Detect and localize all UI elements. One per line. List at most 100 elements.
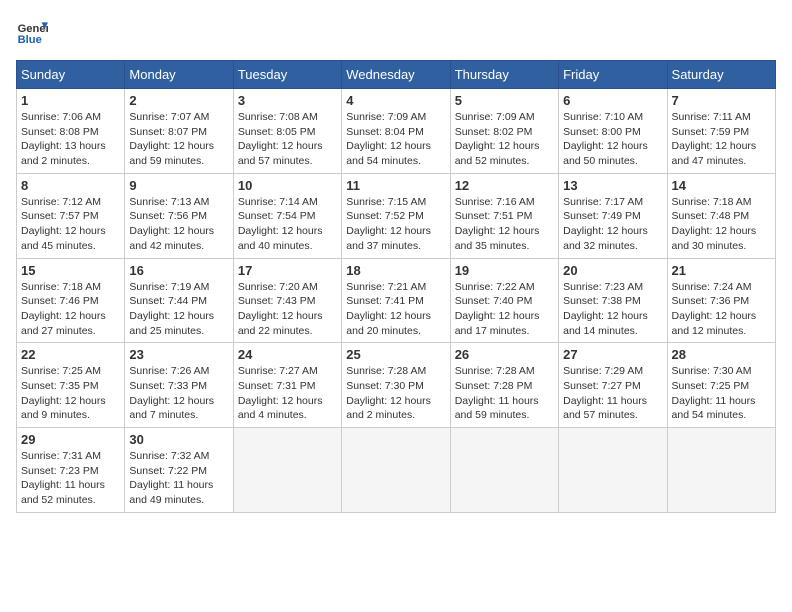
- day-info: Sunrise: 7:07 AMSunset: 8:07 PMDaylight:…: [129, 110, 228, 169]
- day-number: 14: [672, 178, 771, 193]
- day-info: Sunrise: 7:19 AMSunset: 7:44 PMDaylight:…: [129, 280, 228, 339]
- day-number: 4: [346, 93, 445, 108]
- day-info: Sunrise: 7:30 AMSunset: 7:25 PMDaylight:…: [672, 364, 771, 423]
- column-header-monday: Monday: [125, 61, 233, 89]
- day-number: 28: [672, 347, 771, 362]
- column-header-friday: Friday: [559, 61, 667, 89]
- day-info: Sunrise: 7:25 AMSunset: 7:35 PMDaylight:…: [21, 364, 120, 423]
- day-number: 16: [129, 263, 228, 278]
- column-header-sunday: Sunday: [17, 61, 125, 89]
- calendar-cell: [450, 428, 558, 513]
- day-number: 27: [563, 347, 662, 362]
- day-number: 29: [21, 432, 120, 447]
- day-info: Sunrise: 7:08 AMSunset: 8:05 PMDaylight:…: [238, 110, 337, 169]
- calendar-cell: 18 Sunrise: 7:21 AMSunset: 7:41 PMDayligh…: [342, 258, 450, 343]
- day-number: 26: [455, 347, 554, 362]
- calendar-cell: 15Sunrise: 7:18 AMSunset: 7:46 PMDayligh…: [17, 258, 125, 343]
- calendar-cell: 28 Sunrise: 7:30 AMSunset: 7:25 PMDayligh…: [667, 343, 775, 428]
- day-number: 17: [238, 263, 337, 278]
- day-info: Sunrise: 7:10 AMSunset: 8:00 PMDaylight:…: [563, 110, 662, 169]
- day-number: 6: [563, 93, 662, 108]
- day-info: Sunrise: 7:28 AMSunset: 7:28 PMDaylight:…: [455, 364, 554, 423]
- day-info: Sunrise: 7:16 AMSunset: 7:51 PMDaylight:…: [455, 195, 554, 254]
- day-info: Sunrise: 7:31 AMSunset: 7:23 PMDaylight:…: [21, 449, 120, 508]
- day-number: 19: [455, 263, 554, 278]
- column-header-tuesday: Tuesday: [233, 61, 341, 89]
- day-info: Sunrise: 7:21 AMSunset: 7:41 PMDaylight:…: [346, 280, 445, 339]
- day-number: 20: [563, 263, 662, 278]
- calendar-cell: 23 Sunrise: 7:26 AMSunset: 7:33 PMDayligh…: [125, 343, 233, 428]
- day-info: Sunrise: 7:29 AMSunset: 7:27 PMDaylight:…: [563, 364, 662, 423]
- week-row-1: 1 Sunrise: 7:06 AMSunset: 8:08 PMDaylight…: [17, 89, 776, 174]
- day-info: Sunrise: 7:09 AMSunset: 8:04 PMDaylight:…: [346, 110, 445, 169]
- day-info: Sunrise: 7:28 AMSunset: 7:30 PMDaylight:…: [346, 364, 445, 423]
- day-number: 13: [563, 178, 662, 193]
- day-number: 18: [346, 263, 445, 278]
- logo-icon: General Blue: [16, 16, 48, 48]
- calendar-cell: 7Sunrise: 7:11 AMSunset: 7:59 PMDaylight…: [667, 89, 775, 174]
- calendar-cell: 8 Sunrise: 7:12 AMSunset: 7:57 PMDaylight…: [17, 173, 125, 258]
- day-info: Sunrise: 7:15 AMSunset: 7:52 PMDaylight:…: [346, 195, 445, 254]
- calendar-cell: 12Sunrise: 7:16 AMSunset: 7:51 PMDayligh…: [450, 173, 558, 258]
- day-info: Sunrise: 7:06 AMSunset: 8:08 PMDaylight:…: [21, 110, 120, 169]
- calendar-table: SundayMondayTuesdayWednesdayThursdayFrid…: [16, 60, 776, 513]
- calendar-cell: 19 Sunrise: 7:22 AMSunset: 7:40 PMDayligh…: [450, 258, 558, 343]
- calendar-cell: 5Sunrise: 7:09 AMSunset: 8:02 PMDaylight…: [450, 89, 558, 174]
- day-info: Sunrise: 7:13 AMSunset: 7:56 PMDaylight:…: [129, 195, 228, 254]
- day-info: Sunrise: 7:27 AMSunset: 7:31 PMDaylight:…: [238, 364, 337, 423]
- svg-text:Blue: Blue: [18, 34, 42, 46]
- day-number: 22: [21, 347, 120, 362]
- day-info: Sunrise: 7:32 AMSunset: 7:22 PMDaylight:…: [129, 449, 228, 508]
- week-row-3: 15Sunrise: 7:18 AMSunset: 7:46 PMDayligh…: [17, 258, 776, 343]
- day-number: 5: [455, 93, 554, 108]
- day-info: Sunrise: 7:17 AMSunset: 7:49 PMDaylight:…: [563, 195, 662, 254]
- day-number: 24: [238, 347, 337, 362]
- calendar-cell: 14Sunrise: 7:18 AMSunset: 7:48 PMDayligh…: [667, 173, 775, 258]
- day-number: 9: [129, 178, 228, 193]
- calendar-cell: 6 Sunrise: 7:10 AMSunset: 8:00 PMDaylight…: [559, 89, 667, 174]
- calendar-cell: 9 Sunrise: 7:13 AMSunset: 7:56 PMDaylight…: [125, 173, 233, 258]
- day-number: 25: [346, 347, 445, 362]
- day-number: 30: [129, 432, 228, 447]
- calendar-cell: 20 Sunrise: 7:23 AMSunset: 7:38 PMDayligh…: [559, 258, 667, 343]
- calendar-cell: 22 Sunrise: 7:25 AMSunset: 7:35 PMDayligh…: [17, 343, 125, 428]
- day-number: 2: [129, 93, 228, 108]
- calendar-cell: 11 Sunrise: 7:15 AMSunset: 7:52 PMDayligh…: [342, 173, 450, 258]
- day-info: Sunrise: 7:12 AMSunset: 7:57 PMDaylight:…: [21, 195, 120, 254]
- calendar-cell: 27 Sunrise: 7:29 AMSunset: 7:27 PMDayligh…: [559, 343, 667, 428]
- day-info: Sunrise: 7:26 AMSunset: 7:33 PMDaylight:…: [129, 364, 228, 423]
- calendar-cell: [233, 428, 341, 513]
- day-number: 21: [672, 263, 771, 278]
- day-info: Sunrise: 7:23 AMSunset: 7:38 PMDaylight:…: [563, 280, 662, 339]
- day-number: 8: [21, 178, 120, 193]
- calendar-cell: 24 Sunrise: 7:27 AMSunset: 7:31 PMDayligh…: [233, 343, 341, 428]
- day-number: 15: [21, 263, 120, 278]
- day-number: 10: [238, 178, 337, 193]
- calendar-cell: [559, 428, 667, 513]
- calendar-cell: 13 Sunrise: 7:17 AMSunset: 7:49 PMDayligh…: [559, 173, 667, 258]
- calendar-cell: 3Sunrise: 7:08 AMSunset: 8:05 PMDaylight…: [233, 89, 341, 174]
- calendar-cell: 2 Sunrise: 7:07 AMSunset: 8:07 PMDaylight…: [125, 89, 233, 174]
- calendar-cell: 1 Sunrise: 7:06 AMSunset: 8:08 PMDaylight…: [17, 89, 125, 174]
- calendar-cell: [667, 428, 775, 513]
- calendar-cell: 10 Sunrise: 7:14 AMSunset: 7:54 PMDayligh…: [233, 173, 341, 258]
- day-info: Sunrise: 7:22 AMSunset: 7:40 PMDaylight:…: [455, 280, 554, 339]
- column-header-wednesday: Wednesday: [342, 61, 450, 89]
- calendar-cell: 30 Sunrise: 7:32 AMSunset: 7:22 PMDayligh…: [125, 428, 233, 513]
- day-info: Sunrise: 7:14 AMSunset: 7:54 PMDaylight:…: [238, 195, 337, 254]
- day-number: 7: [672, 93, 771, 108]
- page-header: General Blue: [16, 16, 776, 48]
- calendar-cell: 4 Sunrise: 7:09 AMSunset: 8:04 PMDaylight…: [342, 89, 450, 174]
- calendar-cell: 29 Sunrise: 7:31 AMSunset: 7:23 PMDayligh…: [17, 428, 125, 513]
- logo: General Blue: [16, 16, 48, 48]
- day-number: 23: [129, 347, 228, 362]
- column-header-saturday: Saturday: [667, 61, 775, 89]
- calendar-cell: 17Sunrise: 7:20 AMSunset: 7:43 PMDayligh…: [233, 258, 341, 343]
- week-row-5: 29 Sunrise: 7:31 AMSunset: 7:23 PMDayligh…: [17, 428, 776, 513]
- day-number: 1: [21, 93, 120, 108]
- header-row: SundayMondayTuesdayWednesdayThursdayFrid…: [17, 61, 776, 89]
- week-row-2: 8 Sunrise: 7:12 AMSunset: 7:57 PMDaylight…: [17, 173, 776, 258]
- day-info: Sunrise: 7:24 AMSunset: 7:36 PMDaylight:…: [672, 280, 771, 339]
- day-number: 11: [346, 178, 445, 193]
- calendar-cell: [342, 428, 450, 513]
